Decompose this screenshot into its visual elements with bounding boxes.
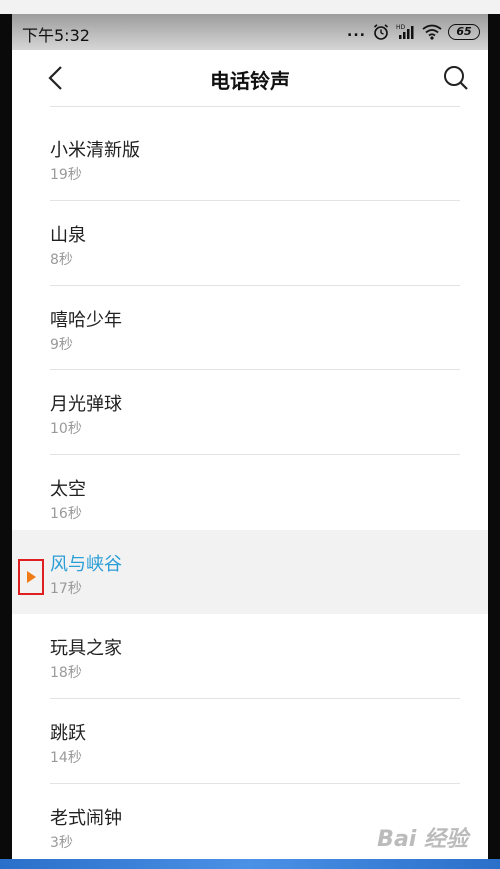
ringtone-name: 风与峡谷 — [50, 554, 122, 575]
ringtone-duration: 8秒 — [50, 252, 73, 268]
ringtone-name: 山泉 — [50, 225, 86, 246]
ringtone-item[interactable]: 跳跃 14秒 — [12, 699, 488, 783]
svg-text:HD: HD — [396, 24, 406, 31]
ringtone-name: 小米清新版 — [50, 140, 140, 161]
ringtone-name: 嘻哈少年 — [50, 310, 122, 331]
ringtone-item[interactable]: 太空 16秒 — [12, 455, 488, 539]
ringtone-duration: 3秒 — [50, 835, 73, 851]
more-notifications-icon: ... — [347, 24, 366, 40]
right-frame — [488, 14, 500, 859]
screenshot-bottom-margin — [0, 859, 500, 869]
ringtone-item[interactable]: 月光弹球 10秒 — [12, 370, 488, 454]
phone-screen: 下午5:32 ... HD 65 电话铃声 小米清新版 19秒 山泉 8秒 嘻哈… — [12, 14, 488, 859]
ringtone-duration: 9秒 — [50, 337, 73, 353]
ringtone-duration: 10秒 — [50, 421, 82, 437]
ringtone-item-selected[interactable]: 风与峡谷 17秒 — [12, 530, 488, 614]
play-icon — [26, 571, 36, 583]
battery-icon: 65 — [448, 24, 480, 40]
screenshot-top-margin — [0, 0, 500, 14]
ringtone-name: 玩具之家 — [50, 638, 122, 659]
signal-icon: HD — [396, 23, 416, 41]
watermark: Bai 经验 — [377, 827, 468, 852]
ringtone-duration: 16秒 — [50, 506, 82, 522]
search-button[interactable] — [440, 62, 472, 94]
ringtone-item[interactable]: 山泉 8秒 — [12, 201, 488, 285]
status-bar: 下午5:32 ... HD 65 — [12, 14, 488, 50]
status-time: 下午5:32 — [22, 26, 90, 45]
ringtone-duration: 17秒 — [50, 581, 82, 597]
page-title: 电话铃声 — [210, 69, 290, 93]
ringtone-duration: 14秒 — [50, 750, 82, 766]
play-button[interactable] — [18, 559, 44, 595]
ringtone-name: 跳跃 — [50, 723, 86, 744]
ringtone-duration: 18秒 — [50, 665, 82, 681]
divider — [50, 106, 460, 107]
ringtone-name: 月光弹球 — [50, 394, 122, 415]
ringtone-item[interactable]: 玩具之家 18秒 — [12, 614, 488, 698]
alarm-icon — [372, 23, 390, 41]
wifi-icon — [422, 24, 442, 40]
ringtone-item[interactable]: 嘻哈少年 9秒 — [12, 286, 488, 370]
search-icon — [444, 66, 468, 90]
ringtone-name: 老式闹钟 — [50, 808, 122, 829]
ringtone-item[interactable]: 小米清新版 19秒 — [12, 116, 488, 200]
ringtone-name: 太空 — [50, 479, 86, 500]
status-icons: ... HD 65 — [347, 20, 480, 44]
left-frame — [0, 14, 12, 859]
ringtone-duration: 19秒 — [50, 167, 82, 183]
header: 电话铃声 — [12, 50, 488, 106]
